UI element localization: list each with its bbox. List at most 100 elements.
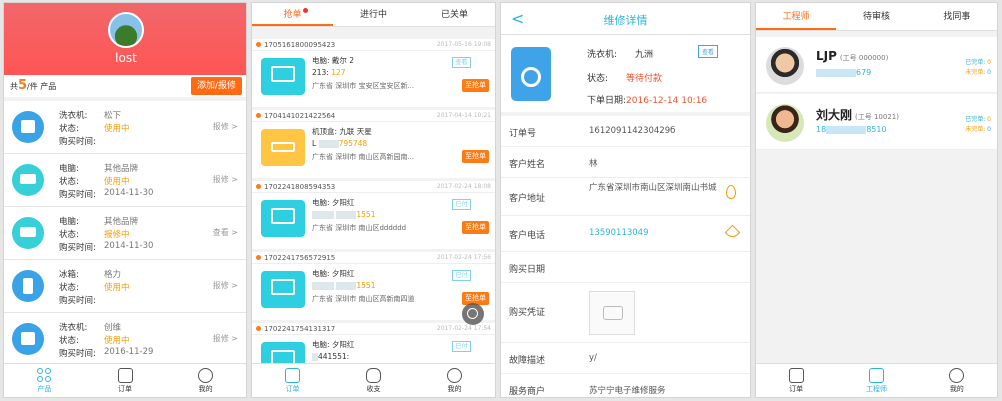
tab-in-progress[interactable]: 进行中	[333, 3, 414, 26]
count-value: 5	[18, 78, 28, 93]
product-list: 洗衣机: 松下 状态: 使用中 购买时间: 报修 > 电脑: 其他品牌 状态: …	[4, 101, 246, 366]
phone-highlight: 1551	[356, 281, 376, 290]
camera-icon[interactable]	[589, 291, 635, 335]
count-prefix: 共	[10, 82, 18, 91]
list-item[interactable]: 电脑: 其他品牌 状态: 报修中 购买时间: 2014-11-30 查看 >	[4, 207, 246, 260]
brand: 其他品牌	[104, 217, 139, 227]
order-id: 1702241756572915	[264, 254, 336, 262]
computer-icon	[261, 58, 305, 95]
repair-link[interactable]: 报修 >	[213, 121, 238, 132]
device-line: 洗衣机: 九洲	[587, 47, 653, 60]
tab-label: 我的	[949, 384, 964, 393]
repair-link[interactable]: 报修 >	[213, 333, 238, 344]
tab-pending[interactable]: 待审核	[836, 3, 916, 30]
tab-mine[interactable]: 我的	[414, 364, 495, 397]
device-line: 电脑: 戴尔 2	[312, 56, 355, 65]
engineer-row[interactable]: 刘大刚 (工号 10021) 18 8510 已完单: 0 未完单: 0	[756, 94, 997, 150]
list-item[interactable]: 洗衣机: 创维 状态: 使用中 购买时间: 2016-11-29 报修 >	[4, 313, 246, 366]
order-card[interactable]: 1705161800095423 2017-05-16 19:08 电脑: 戴尔 …	[252, 39, 495, 107]
location-pin-icon[interactable]	[726, 185, 736, 199]
undone-count: 未完单: 0	[965, 67, 991, 76]
tab-products[interactable]: 产品	[4, 364, 85, 397]
list-item[interactable]: 洗衣机: 松下 状态: 使用中 购买时间: 报修 >	[4, 101, 246, 154]
phone-line: 1551	[312, 210, 375, 219]
grab-order-button[interactable]: 至抢单	[462, 150, 489, 163]
order-header: 1705161800095423 2017-05-16 19:08	[252, 39, 495, 51]
date-value: 2014-11-30	[104, 241, 154, 251]
done-count: 已完单: 0	[965, 57, 991, 66]
tab-finance[interactable]: 收支	[333, 364, 414, 397]
customer-address-row[interactable]: 客户地址 广东省深圳市南山区深圳南山书城	[501, 178, 750, 216]
engineer-row[interactable]: LJP (工号 000000) 679 已完单: 0 未完单: 0	[756, 37, 997, 93]
order-card[interactable]: 1702241756572915 2017-02-24 17:56 电脑: 夕阳红…	[252, 252, 495, 320]
undone-count: 未完单: 0	[965, 124, 991, 133]
tab-label: 我的	[447, 384, 462, 393]
tab-orders[interactable]: 订单	[756, 364, 836, 397]
order-date: 2017-05-16 19:08	[436, 41, 491, 48]
status-badge: 查看	[452, 57, 471, 68]
repair-link[interactable]: 报修 >	[213, 280, 238, 291]
customer-phone-row[interactable]: 客户电话 13590113049	[501, 216, 750, 252]
purchase-date-row: 购买日期	[501, 252, 750, 283]
phone-end: 8510	[866, 125, 887, 134]
order-id: 1704141021422564	[264, 112, 336, 120]
row-value: y/	[589, 353, 597, 363]
avatar[interactable]	[108, 12, 144, 48]
order-card[interactable]: 1702241808594353 2017-02-24 18:08 电脑: 夕阳红…	[252, 181, 495, 249]
list-item[interactable]: 冰箱: 格力 状态: 使用中 购买时间: 报修 >	[4, 260, 246, 313]
avatar	[766, 47, 804, 85]
row-label: 客户电话	[509, 231, 546, 241]
refresh-icon[interactable]	[462, 303, 484, 325]
tab-label: 收支	[366, 384, 381, 393]
tab-engineers[interactable]: 工程师	[756, 3, 837, 30]
fridge-icon	[12, 270, 44, 302]
device-line: 电脑: 夕阳红	[312, 198, 355, 207]
grab-order-button[interactable]: 至抢单	[462, 79, 489, 92]
view-badge[interactable]: 查看	[698, 45, 719, 58]
tab-label: 我的	[198, 384, 213, 393]
row-label: 购买日期	[509, 265, 546, 275]
type-label: 电脑:	[59, 217, 79, 227]
tab-orders[interactable]: 订单	[85, 364, 166, 397]
order-header: 1702241808594353 2017-02-24 18:08	[252, 181, 495, 193]
grab-order-screen: 抢单 进行中 已关单 1705161800095423 2017-05-16 19…	[251, 2, 496, 398]
row-label: 客户姓名	[509, 160, 546, 170]
date-label: 购买时间:	[59, 296, 96, 306]
order-date: 2017-02-24 17:54	[436, 325, 491, 332]
avatar	[766, 104, 804, 142]
date-value: 2016-11-29	[104, 347, 154, 357]
row-value: 13590113049	[589, 228, 649, 238]
status-value: 报修中	[104, 230, 130, 240]
order-header: 1704141021422564 2017-04-14 10:21	[252, 110, 495, 122]
grab-order-button[interactable]: 至抢单	[462, 221, 489, 234]
product-count: 共5/件 产品 添加/报修	[4, 75, 246, 97]
washer-icon	[12, 111, 44, 143]
tab-mine[interactable]: 我的	[917, 364, 997, 397]
type-label: 洗衣机:	[59, 323, 88, 333]
tab-orders[interactable]: 订单	[252, 364, 333, 397]
brand: 其他品牌	[104, 164, 139, 174]
tab-closed[interactable]: 已关单	[414, 3, 495, 26]
status-label: 状态:	[59, 177, 79, 187]
list-item[interactable]: 电脑: 其他品牌 状态: 使用中 购买时间: 2014-11-30 报修 >	[4, 154, 246, 207]
tab-engineers[interactable]: 工程师	[836, 364, 916, 397]
address: 广东省 深圳市 南山区高新园南...	[312, 153, 415, 161]
tab-label: 工程师	[865, 384, 887, 393]
engineer-phone: 18 8510	[816, 125, 887, 134]
tab-find-colleague[interactable]: 找同事	[917, 3, 997, 30]
add-repair-button[interactable]: 添加/报修	[190, 77, 242, 95]
undone-label: 未完单:	[965, 69, 986, 76]
purchase-proof-row: 购买凭证	[501, 283, 750, 343]
computer-icon	[12, 217, 44, 249]
repair-link[interactable]: 报修 >	[213, 174, 238, 185]
undone-value: 0	[987, 69, 991, 76]
row-label: 服务商户	[509, 387, 546, 397]
tab-label: 订单	[789, 384, 804, 393]
tab-mine[interactable]: 我的	[165, 364, 246, 397]
tab-label: 订单	[118, 384, 132, 393]
view-link[interactable]: 查看 >	[213, 227, 238, 238]
order-card[interactable]: 1704141021422564 2017-04-14 10:21 机顶盒: 九联…	[252, 110, 495, 178]
tab-grab[interactable]: 抢单	[252, 3, 333, 26]
phone-icon[interactable]	[724, 224, 741, 241]
washer-icon	[511, 47, 551, 101]
